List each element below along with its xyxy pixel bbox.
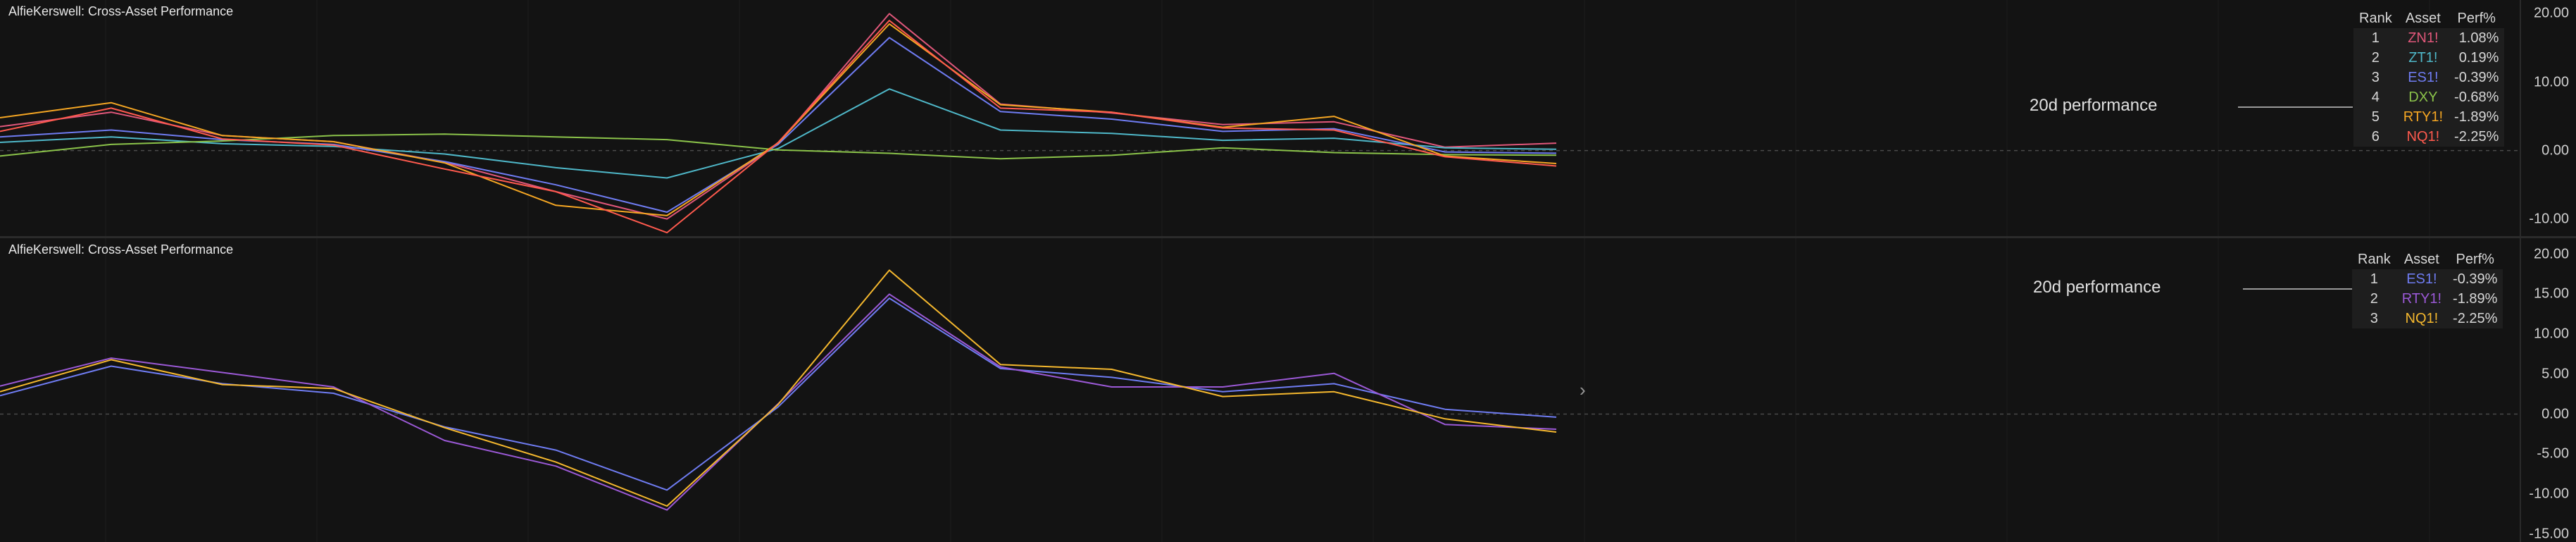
- series-line-nq1: [0, 20, 1557, 234]
- asset-cell: ES1!: [2397, 68, 2449, 87]
- header-rank: Rank: [2358, 251, 2391, 267]
- table-row: 6 NQ1! -2.25%: [2353, 127, 2505, 147]
- asset-cell: ES1!: [2396, 269, 2448, 289]
- perf-label: 20d performance: [2033, 278, 2161, 297]
- perf-cell: -0.68%: [2449, 87, 2505, 107]
- table-row: 3 NQ1! -2.25%: [2352, 309, 2503, 328]
- rank-cell: 4: [2353, 87, 2398, 107]
- rank-cell: 3: [2352, 309, 2396, 328]
- y-tick-label: 10.00: [2533, 326, 2569, 342]
- rank-cell: 2: [2353, 48, 2398, 68]
- y-tick-label: 20.00: [2533, 5, 2569, 21]
- series-line-zn1: [0, 13, 1557, 220]
- perf-cell: -1.89%: [2449, 107, 2505, 127]
- asset-cell: RTY1!: [2397, 107, 2449, 127]
- series-line-es1: [0, 297, 1557, 491]
- header-asset: Asset: [2405, 10, 2441, 26]
- table-row: 2 RTY1! -1.89%: [2352, 289, 2503, 309]
- chevron-right-icon[interactable]: ›: [1580, 379, 1586, 401]
- table-row: 2 ZT1! 0.19%: [2353, 48, 2505, 68]
- perf-cell: 1.08%: [2449, 28, 2505, 48]
- series-line-nq1: [0, 269, 1557, 507]
- y-tick-label: 5.00: [2541, 366, 2569, 382]
- series-line-zt1: [0, 88, 1557, 179]
- table-row: 3 ES1! -0.39%: [2353, 68, 2505, 87]
- perf-label: 20d performance: [2030, 96, 2158, 115]
- asset-cell: RTY1!: [2396, 289, 2448, 309]
- y-tick-label: 20.00: [2533, 246, 2569, 262]
- y-axis-top[interactable]: 20.00 10.00 0.00 -10.00: [2520, 0, 2576, 236]
- perf-cell: -0.39%: [2447, 269, 2503, 289]
- asset-cell: ZT1!: [2397, 48, 2449, 68]
- series-line-rty1: [0, 23, 1557, 216]
- y-tick-label: 10.00: [2533, 74, 2569, 90]
- y-tick-label: -10.00: [2529, 486, 2569, 502]
- y-tick-label: -5.00: [2537, 445, 2569, 462]
- perf-cell: 0.19%: [2449, 48, 2505, 68]
- indicator-title: AlfieKerswell: Cross-Asset Performance: [8, 4, 234, 18]
- ranking-table: Rank Asset Perf% 1 ZN1! 1.08% 2 ZT1! 0.19% 3 ES…: [2353, 8, 2505, 147]
- table-row: 1 ES1! -0.39%: [2352, 269, 2503, 289]
- perf-cell: -2.25%: [2447, 309, 2503, 328]
- rank-cell: 3: [2353, 68, 2398, 87]
- y-tick-label: 15.00: [2533, 285, 2569, 302]
- perf-cell: -2.25%: [2449, 127, 2505, 147]
- rank-cell: 1: [2352, 269, 2396, 289]
- perf-label-connector: [2238, 106, 2353, 108]
- rank-cell: 1: [2353, 28, 2398, 48]
- y-tick-label: 0.00: [2541, 142, 2569, 159]
- asset-cell: DXY: [2397, 87, 2449, 107]
- perf-cell: -0.39%: [2449, 68, 2505, 87]
- perf-label-connector: [2243, 288, 2358, 290]
- y-tick-label: -15.00: [2529, 526, 2569, 542]
- y-tick-label: 0.00: [2541, 406, 2569, 422]
- indicator-title: AlfieKerswell: Cross-Asset Performance: [8, 242, 234, 257]
- asset-cell: NQ1!: [2397, 127, 2449, 147]
- table-row: 4 DXY -0.68%: [2353, 87, 2505, 107]
- y-tick-label: -10.00: [2529, 211, 2569, 227]
- plot-area-top[interactable]: [0, 0, 2520, 236]
- chart-pane-bottom: AlfieKerswell: Cross-Asset Performance 2…: [0, 238, 2576, 542]
- series-line-es1: [0, 37, 1557, 213]
- table-row: 1 ZN1! 1.08%: [2353, 28, 2505, 48]
- header-perf: Perf%: [2456, 251, 2494, 267]
- rank-cell: 2: [2352, 289, 2396, 309]
- rank-cell: 5: [2353, 107, 2398, 127]
- series-line-rty1: [0, 293, 1557, 511]
- asset-cell: NQ1!: [2396, 309, 2448, 328]
- header-rank: Rank: [2359, 10, 2392, 26]
- header-asset: Asset: [2403, 251, 2439, 267]
- asset-cell: ZN1!: [2397, 28, 2449, 48]
- table-row: 5 RTY1! -1.89%: [2353, 107, 2505, 127]
- y-axis-bottom[interactable]: 20.00 15.00 10.00 5.00 0.00 -5.00 -10.00 -15.00: [2520, 238, 2576, 542]
- perf-cell: -1.89%: [2447, 289, 2503, 309]
- header-perf: Perf%: [2457, 10, 2496, 26]
- chart-pane-top: AlfieKerswell: Cross-Asset Performance 2…: [0, 0, 2576, 238]
- rank-cell: 6: [2353, 127, 2398, 147]
- ranking-table: Rank Asset Perf% 1 ES1! -0.39% 2 RTY1! -1.89%…: [2352, 250, 2503, 328]
